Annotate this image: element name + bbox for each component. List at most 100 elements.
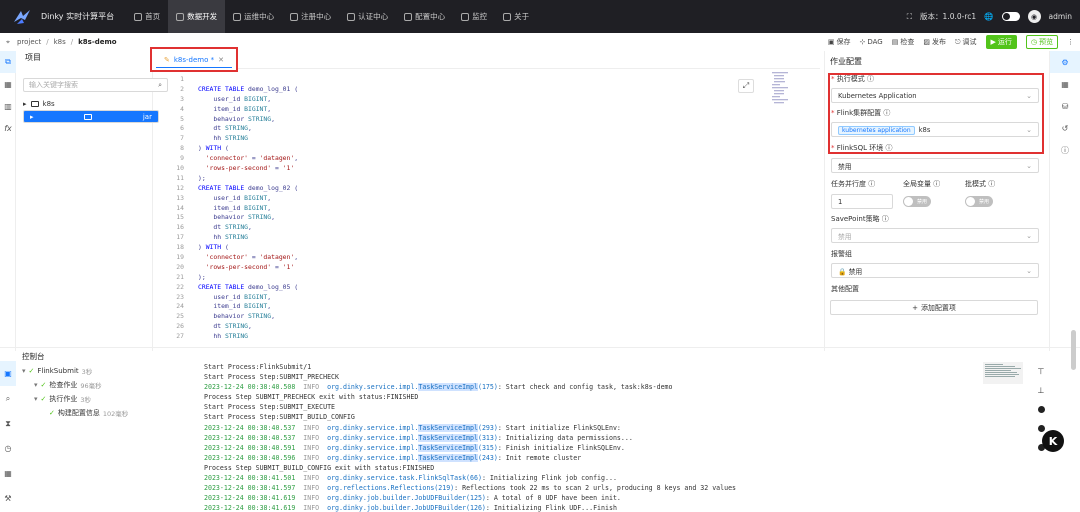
bottom-activity-bar: ▣ ⌕ ⧗ ◷ ▦ ⚒: [0, 361, 16, 512]
editor-fullscreen-icon[interactable]: ⤢: [738, 79, 754, 93]
nav-icon: [134, 12, 143, 21]
add-config-button[interactable]: + 添加配置项: [830, 300, 1038, 315]
nav-label: 注册中心: [301, 12, 332, 21]
savepoint-icon[interactable]: ⛁: [1050, 95, 1080, 117]
editor-minimap[interactable]: [770, 70, 820, 110]
info-icon[interactable]: ⓘ: [1050, 139, 1080, 161]
scroll-top-icon[interactable]: ⊤: [1034, 362, 1048, 381]
nav-item[interactable]: 配置中心: [396, 0, 453, 33]
line-number: 18: [176, 243, 184, 252]
datasource-icon[interactable]: ▥: [0, 95, 16, 117]
tree-node[interactable]: ▸ k8s: [17, 97, 152, 110]
code-text: CREATE TABLE demo_log_05 (: [198, 282, 299, 291]
log-class: org.dinky.service.impl.TaskServiceImpl(3…: [327, 443, 498, 452]
more-icon[interactable]: ⋮: [1067, 38, 1074, 46]
user-name[interactable]: admin: [1049, 12, 1073, 21]
log-message: : A total of 0 UDF have been init.: [485, 494, 621, 503]
nav-item[interactable]: 注册中心: [282, 0, 339, 33]
table-icon[interactable]: ▦: [0, 461, 16, 486]
dinky-logo[interactable]: [9, 6, 35, 28]
check-button[interactable]: ▤ 检查: [892, 37, 915, 47]
settings-icon[interactable]: ⚙: [1050, 51, 1080, 73]
history-icon[interactable]: ◷: [0, 436, 16, 461]
nav-icon: [461, 12, 470, 21]
code-line: 10 'rows-per-second' = '1': [160, 164, 820, 174]
search-icon[interactable]: ⌕: [0, 386, 16, 411]
batch-mode-switch[interactable]: 禁用: [965, 196, 993, 207]
tree-node[interactable]: ▸ jar: [23, 110, 159, 123]
kubernetes-badge-icon[interactable]: K: [1042, 430, 1064, 452]
avatar[interactable]: ◉: [1027, 10, 1041, 23]
caret-right-icon[interactable]: ▸: [30, 113, 34, 121]
nav-item[interactable]: 首页: [126, 0, 168, 33]
savepoint-label: SavePoint策略 ⓘ: [831, 215, 889, 223]
global-var-switch[interactable]: 禁用: [903, 196, 931, 207]
sql-editor[interactable]: 1 2 CREATE TABLE demo_log_01 (3 user_id BI…: [160, 75, 820, 343]
tab-k8s-demo[interactable]: ✎ k8s-demo * ✕: [150, 47, 238, 72]
console-icon[interactable]: ▣: [0, 361, 16, 386]
theme-toggle[interactable]: [1001, 12, 1020, 21]
code-text: ) WITH (: [198, 144, 229, 153]
table-icon[interactable]: ▦: [1050, 73, 1080, 95]
project-search-input[interactable]: 输入关键字搜索 ⌕: [23, 78, 168, 92]
sql-file-icon: ✎: [163, 55, 170, 64]
help-icon: ⓘ: [881, 215, 889, 223]
preview-button[interactable]: ◷ 预览: [1025, 35, 1058, 49]
close-icon[interactable]: ✕: [218, 56, 224, 64]
function-icon[interactable]: fx: [0, 117, 16, 139]
nav-item[interactable]: 认证中心: [339, 0, 396, 33]
line-number: 13: [176, 193, 184, 202]
nav-label: 认证中心: [358, 12, 389, 21]
process-step[interactable]: ▾ ✓ 执行作业 3秒: [22, 392, 192, 406]
log-line: 2023-12-24 00:38:40.508 INFO org.dinky.s…: [204, 382, 1024, 392]
code-text: hh STRING: [198, 233, 249, 242]
run-button[interactable]: ▶ 运行: [985, 35, 1017, 49]
config-title: 作业配置: [830, 57, 862, 66]
breadcrumb-item[interactable]: project: [17, 38, 41, 46]
nav-item[interactable]: 运维中心: [225, 0, 282, 33]
process-step[interactable]: ▾ ✓ FlinkSubmit 3秒: [22, 364, 192, 378]
tab-label: k8s-demo *: [173, 55, 215, 64]
step-duration: 102毫秒: [102, 410, 129, 418]
alert-group-select[interactable]: 🔒 禁用 ⌄: [831, 263, 1039, 278]
nav-item[interactable]: 关于: [495, 0, 537, 33]
log-line: 2023-12-24 00:38:40.537 INFO org.dinky.s…: [204, 433, 1024, 443]
breadcrumb-item[interactable]: k8s: [54, 38, 66, 46]
env-select[interactable]: 禁用 ⌄: [831, 158, 1039, 173]
log-line: Start Process Step:SUBMIT_BUILD_CONFIG: [204, 412, 1024, 422]
caret-down-icon[interactable]: ▾: [34, 395, 38, 403]
globe-icon[interactable]: 🌐: [984, 12, 993, 21]
catalog-icon[interactable]: ▦: [0, 73, 16, 95]
line-number: 20: [176, 262, 184, 271]
project-icon[interactable]: ⧉: [0, 51, 16, 73]
publish-button[interactable]: ▨ 发布: [923, 37, 946, 47]
history-icon[interactable]: ↺: [1050, 117, 1080, 139]
scroll-bottom-icon[interactable]: ⊥: [1034, 381, 1048, 400]
log-minimap[interactable]: [983, 362, 1023, 384]
code-line: 7 hh STRING: [160, 134, 820, 144]
code-line: 2 CREATE TABLE demo_log_01 (: [160, 85, 820, 95]
savepoint-select[interactable]: 禁用 ⌄: [831, 228, 1039, 243]
clear-icon[interactable]: [1034, 400, 1048, 419]
log-timestamp: 2023-12-24 00:38:41.619: [204, 494, 296, 503]
save-button[interactable]: ▣ 保存: [828, 37, 851, 47]
nav-item[interactable]: 数据开发: [168, 0, 226, 33]
page-scrollbar[interactable]: [1071, 330, 1076, 370]
debug-button[interactable]: ⎋ 调试: [955, 37, 977, 47]
log-message: Process Step SUBMIT_PRECHECK exit with s…: [204, 393, 419, 402]
caret-right-icon[interactable]: ▸: [23, 100, 27, 108]
code-line: 18) WITH (: [160, 243, 820, 253]
caret-down-icon[interactable]: ▾: [34, 381, 38, 389]
parallel-input[interactable]: 1: [831, 194, 893, 209]
fullscreen-icon[interactable]: ⛶: [907, 12, 912, 22]
tool-icon[interactable]: ⚒: [0, 486, 16, 511]
lineage-icon[interactable]: ⧗: [0, 411, 16, 436]
console-log[interactable]: Start Process:FlinkSubmit/1 Start Process…: [204, 362, 1024, 512]
project-tree: ▸k8s▸jar▸sql: [17, 97, 159, 123]
nav-item[interactable]: 监控: [453, 0, 495, 33]
dag-button[interactable]: ⊹ DAG: [859, 38, 882, 46]
process-step[interactable]: ▾ ✓ 检查作业 96毫秒: [22, 378, 192, 392]
caret-down-icon[interactable]: ▾: [22, 367, 26, 375]
process-step[interactable]: ✓ 构建配置信息 102毫秒: [22, 406, 192, 420]
code-text: dt STRING,: [198, 223, 252, 232]
